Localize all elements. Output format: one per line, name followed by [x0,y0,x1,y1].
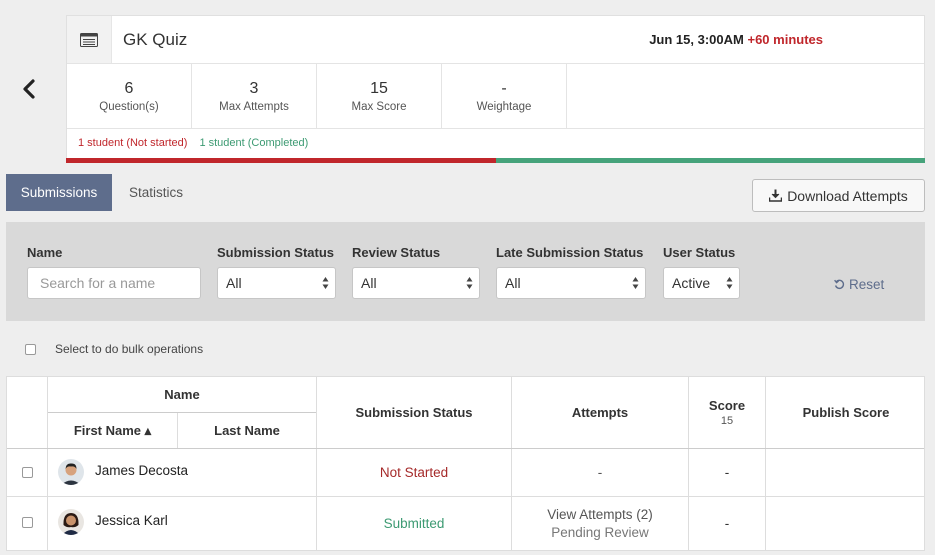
tab-statistics[interactable]: Statistics [112,174,200,211]
stat-label: Question(s) [99,100,159,113]
score-cell: - [724,465,730,480]
reset-label: Reset [849,277,885,292]
student-name[interactable]: Jessica Karl [95,513,168,528]
back-button[interactable] [18,76,40,102]
pending-review-label: Pending Review [551,524,649,540]
stat-value: 3 [249,79,259,97]
stat-max-score: 15 Max Score [317,64,442,128]
progress-legend: 1 student (Not started) 1 student (Compl… [67,129,924,157]
attempts-cell: - [512,449,688,496]
progress-bar [66,158,925,163]
stat-weightage: - Weightage [442,64,567,128]
bulk-select-checkbox[interactable] [25,343,36,355]
filter-panel: Name Search for a name Submission Status… [6,222,925,321]
header-score: Score 15 [689,377,765,448]
header-submission-status: Submission Status [355,405,473,420]
filter-late-status-label: Late Submission Status [496,245,644,260]
filter-review-status-label: Review Status [352,245,441,260]
select-value: All [505,275,521,291]
avatar [58,459,84,485]
filter-user-status-label: User Status [663,245,736,260]
download-label: Download Attempts [787,187,908,204]
header-score-label: Score [708,398,746,413]
filter-submission-status-label: Submission Status [217,245,335,260]
bulk-select-label: Select to do bulk operations [55,342,204,356]
select-value: Active [672,275,711,291]
bulk-select: Select to do bulk operations [25,342,203,356]
stat-questions: 6 Question(s) [67,64,192,128]
attempts-cell: View Attempts (2) Pending Review [512,497,688,550]
submission-status-select[interactable]: All [217,267,336,299]
stat-value: - [501,79,507,97]
quiz-card: GK Quiz Jun 15, 3:00AM +60 minutes 6 Que… [66,15,925,163]
chevron-left-icon [23,79,35,99]
select-arrows-icon [466,277,473,289]
quiz-list-icon [80,32,98,47]
stat-label: Weightage [476,100,532,113]
header-name: Name [164,387,200,402]
progress-not-started [66,158,496,163]
stat-max-attempts: 3 Max Attempts [192,64,317,128]
stat-value: 15 [370,79,388,97]
select-value: All [226,275,242,291]
reset-filters-button[interactable]: Reset [834,277,884,292]
header-publish-score: Publish Score [802,405,890,420]
quiz-schedule: Jun 15, 3:00AM +60 minutes [649,32,823,47]
stat-label: Max Score [351,100,407,113]
attempts-value: - [597,464,603,480]
review-status-select[interactable]: All [352,267,480,299]
header-attempts: Attempts [571,405,629,420]
score-cell: - [724,516,730,531]
avatar [58,509,84,535]
quiz-stats: 6 Question(s) 3 Max Attempts 15 Max Scor… [67,64,924,129]
completed-count[interactable]: 1 student (Completed) [199,137,308,149]
quiz-date: Jun 15, 3:00AM [649,32,744,47]
header-last-name[interactable]: Last Name [178,413,316,448]
quiz-extra-time: +60 minutes [747,32,823,47]
progress-completed [495,158,925,163]
row-checkbox[interactable] [22,467,33,478]
filter-name-label: Name [27,245,63,260]
tab-submissions[interactable]: Submissions [6,174,112,211]
quiz-header: GK Quiz Jun 15, 3:00AM +60 minutes [67,16,924,64]
submission-status: Submitted [383,516,445,531]
student-name[interactable]: James Decosta [95,463,188,478]
submissions-table: Name First Name ▴ Last Name Submission S… [6,376,925,551]
download-attempts-button[interactable]: Download Attempts [752,179,925,212]
stat-label: Max Attempts [219,100,289,113]
header-score-max: 15 [720,415,734,427]
user-status-select[interactable]: Active [663,267,740,299]
quiz-title: GK Quiz [123,29,188,49]
select-arrows-icon [632,277,639,289]
quiz-icon-box [67,16,112,63]
select-arrows-icon [726,277,733,289]
select-arrows-icon [322,277,329,289]
row-checkbox[interactable] [22,517,33,528]
name-search-input[interactable]: Search for a name [27,267,201,299]
stat-value: 6 [124,79,134,97]
late-submission-status-select[interactable]: All [496,267,646,299]
select-value: All [361,275,377,291]
view-attempts-link[interactable]: View Attempts (2) [547,506,653,524]
submission-status: Not Started [379,465,449,480]
not-started-count[interactable]: 1 student (Not started) [78,137,187,149]
reset-icon [834,279,845,290]
header-first-name[interactable]: First Name ▴ [48,413,177,448]
download-icon [769,189,783,202]
